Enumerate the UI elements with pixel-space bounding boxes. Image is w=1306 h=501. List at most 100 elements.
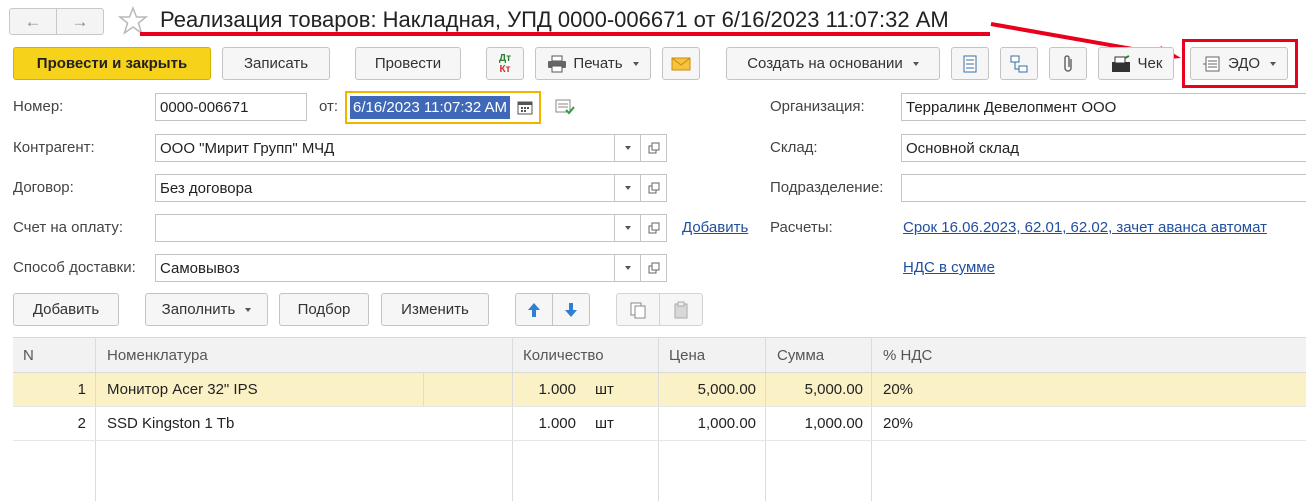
invoice-dropdown[interactable] bbox=[615, 214, 641, 242]
journal-button[interactable] bbox=[951, 47, 989, 80]
table-empty-area bbox=[13, 441, 1306, 501]
column-divider bbox=[765, 338, 766, 372]
column-divider bbox=[512, 441, 513, 501]
open-form-icon bbox=[648, 182, 659, 194]
row-nomenclature: Монитор Acer 32" IPS bbox=[107, 381, 258, 398]
invoice-open-button[interactable] bbox=[641, 214, 667, 242]
paste-rows-button[interactable] bbox=[659, 294, 702, 325]
invoice-add-link[interactable]: Добавить bbox=[682, 219, 748, 236]
attach-button[interactable] bbox=[1049, 47, 1087, 80]
copy-paste-buttons bbox=[616, 293, 703, 326]
forward-arrow-icon[interactable]: → bbox=[56, 9, 103, 34]
settlements-link[interactable]: Срок 16.06.2023, 62.01, 62.02, зачет ава… bbox=[903, 219, 1306, 236]
contract-field[interactable]: Без договора bbox=[155, 174, 615, 202]
create-based-label: Создать на основании bbox=[747, 55, 903, 72]
table-header: N Номенклатура Количество Цена Сумма % Н… bbox=[13, 337, 1306, 373]
column-divider bbox=[871, 373, 872, 406]
select-items-button[interactable]: Подбор bbox=[279, 293, 369, 326]
post-button[interactable]: Провести bbox=[355, 47, 461, 80]
warehouse-label: Склад: bbox=[770, 139, 818, 156]
row-price: 5,000.00 bbox=[697, 381, 756, 398]
organization-field[interactable]: Терралинк Девелопмент ООО bbox=[901, 93, 1306, 121]
delivery-open-button[interactable] bbox=[641, 254, 667, 282]
delivery-dropdown[interactable] bbox=[615, 254, 641, 282]
column-divider bbox=[658, 441, 659, 501]
warehouse-field[interactable]: Основной склад bbox=[901, 134, 1306, 162]
row-sum: 1,000.00 bbox=[804, 415, 863, 432]
receipt-label: Чек bbox=[1137, 55, 1163, 72]
chevron-down-icon bbox=[245, 307, 252, 312]
chevron-down-icon bbox=[624, 146, 631, 150]
row-quantity: 1.000 bbox=[538, 381, 576, 398]
paperclip-icon bbox=[1064, 54, 1072, 72]
column-header-nomenclature[interactable]: Номенклатура bbox=[107, 338, 208, 372]
row-number: 2 bbox=[77, 415, 86, 432]
move-down-button[interactable] bbox=[552, 294, 589, 325]
chevron-down-icon bbox=[912, 61, 919, 66]
counterparty-field[interactable]: ООО "Мирит Групп" МЧД bbox=[155, 134, 615, 162]
table-row[interactable]: 2 SSD Kingston 1 Tb 1.000 шт 1,000.00 1,… bbox=[13, 407, 1306, 441]
contract-dropdown[interactable] bbox=[615, 174, 641, 202]
change-button[interactable]: Изменить bbox=[381, 293, 489, 326]
vat-mode-link[interactable]: НДС в сумме bbox=[903, 259, 995, 276]
dt-kt-button[interactable]: Дт Кт bbox=[486, 47, 524, 80]
column-header-quantity[interactable]: Количество bbox=[523, 338, 604, 372]
contract-open-button[interactable] bbox=[641, 174, 667, 202]
table-row[interactable]: 1 Монитор Acer 32" IPS 1.000 шт 5,000.00… bbox=[13, 373, 1306, 407]
settlements-label: Расчеты: bbox=[770, 219, 833, 236]
row-vat: 20% bbox=[883, 415, 914, 432]
paste-icon bbox=[674, 301, 688, 318]
move-buttons bbox=[515, 293, 590, 326]
copy-icon bbox=[630, 302, 646, 318]
counterparty-open-button[interactable] bbox=[641, 134, 667, 162]
number-field[interactable]: 0000-006671 bbox=[155, 93, 307, 121]
counterparty-label: Контрагент: bbox=[13, 139, 95, 156]
column-header-vat[interactable]: % НДС bbox=[883, 338, 932, 372]
dt-kt-icon-top: Дт bbox=[498, 52, 512, 64]
column-divider bbox=[871, 407, 872, 440]
delivery-field[interactable]: Самовывоз bbox=[155, 254, 615, 282]
open-form-icon bbox=[648, 262, 659, 274]
column-divider bbox=[765, 441, 766, 501]
column-divider bbox=[95, 441, 96, 501]
add-row-button[interactable]: Добавить bbox=[13, 293, 119, 326]
page-title: Реализация товаров: Накладная, УПД 0000-… bbox=[160, 7, 949, 32]
organization-label: Организация: bbox=[770, 98, 865, 115]
row-vat: 20% bbox=[883, 381, 914, 398]
save-button[interactable]: Записать bbox=[222, 47, 330, 80]
counterparty-dropdown[interactable] bbox=[615, 134, 641, 162]
move-up-button[interactable] bbox=[516, 294, 552, 325]
structure-button[interactable] bbox=[1000, 47, 1038, 80]
chevron-down-icon bbox=[632, 61, 639, 66]
copy-rows-button[interactable] bbox=[617, 294, 659, 325]
title-annotation-underline bbox=[140, 32, 990, 36]
arrow-up-icon bbox=[528, 302, 540, 317]
post-and-close-button[interactable]: Провести и закрыть bbox=[13, 47, 211, 80]
delivery-label: Способ доставки: bbox=[13, 259, 136, 276]
row-number: 1 bbox=[77, 381, 86, 398]
create-based-on-button[interactable]: Создать на основании bbox=[726, 47, 940, 80]
posted-status-icon bbox=[555, 99, 575, 115]
back-arrow-icon[interactable]: ← bbox=[10, 9, 56, 34]
row-quantity: 1.000 bbox=[538, 415, 576, 432]
email-button[interactable] bbox=[662, 47, 700, 80]
column-header-price[interactable]: Цена bbox=[669, 338, 705, 372]
nav-buttons: ← → bbox=[9, 8, 104, 35]
column-divider bbox=[512, 338, 513, 372]
print-button[interactable]: Печать bbox=[535, 47, 651, 80]
calendar-icon[interactable] bbox=[517, 99, 533, 115]
fill-button[interactable]: Заполнить bbox=[145, 293, 268, 326]
date-label: от: bbox=[319, 98, 339, 115]
print-label: Печать bbox=[573, 55, 623, 72]
invoice-field[interactable] bbox=[155, 214, 615, 242]
dt-kt-icon-bottom: Кт bbox=[499, 63, 511, 75]
column-header-sum[interactable]: Сумма bbox=[777, 338, 824, 372]
chevron-down-icon bbox=[624, 226, 631, 230]
date-field[interactable]: 6/16/2023 11:07:32 AM bbox=[345, 91, 541, 124]
receipt-button[interactable]: Чек bbox=[1098, 47, 1174, 80]
column-header-n[interactable]: N bbox=[23, 338, 34, 372]
row-price: 1,000.00 bbox=[697, 415, 756, 432]
invoice-label: Счет на оплату: bbox=[13, 219, 124, 236]
division-field[interactable] bbox=[901, 174, 1306, 202]
arrow-down-icon bbox=[565, 302, 577, 317]
